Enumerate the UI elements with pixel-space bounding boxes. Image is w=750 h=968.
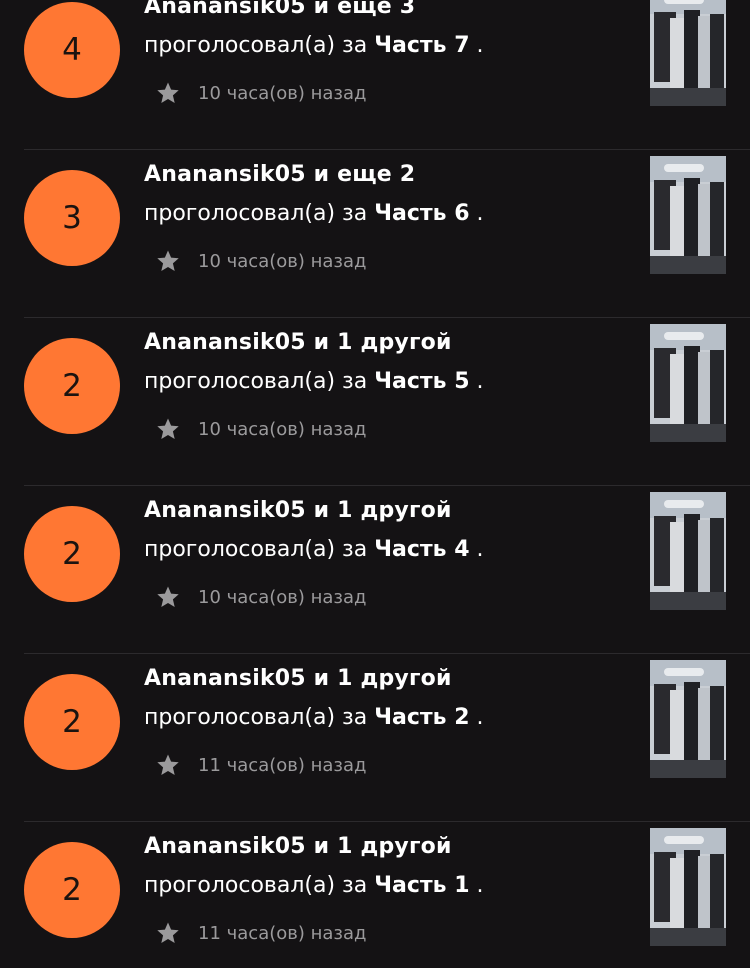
action-text: проголосовал(а) за (144, 33, 375, 58)
star-icon (156, 417, 180, 441)
part-link[interactable]: Часть 5 (374, 369, 469, 394)
notification-action: проголосовал(а) за Часть 4 . (144, 537, 484, 562)
action-text: проголосовал(а) за (144, 873, 375, 898)
part-link[interactable]: Часть 6 (374, 201, 469, 226)
notification-title[interactable]: Ananansik05 и 1 другой (144, 498, 452, 523)
part-link[interactable]: Часть 2 (374, 705, 469, 730)
action-suffix: . (469, 537, 484, 562)
notification-action: проголосовал(а) за Часть 5 . (144, 369, 484, 394)
notification-row[interactable]: 2 Ananansik05 и 1 другой проголосовал(а)… (0, 654, 750, 822)
star-icon (156, 81, 180, 105)
notification-meta: 10 часа(ов) назад (156, 416, 366, 442)
notification-title[interactable]: Ananansik05 и 1 другой (144, 666, 452, 691)
star-icon (156, 249, 180, 273)
part-link[interactable]: Часть 1 (374, 873, 469, 898)
action-suffix: . (469, 873, 484, 898)
story-cover-thumbnail[interactable] (650, 0, 726, 106)
notification-row[interactable]: 2 Ananansik05 и 1 другой проголосовал(а)… (0, 486, 750, 654)
story-cover-thumbnail[interactable] (650, 156, 726, 274)
timestamp: 10 часа(ов) назад (198, 586, 367, 608)
notification-row[interactable]: 3 Ananansik05 и еще 2 проголосовал(а) за… (0, 150, 750, 318)
notification-title[interactable]: Ananansik05 и 1 другой (144, 834, 452, 859)
action-suffix: . (469, 201, 484, 226)
notification-meta: 11 часа(ов) назад (156, 752, 366, 778)
action-text: проголосовал(а) за (144, 201, 375, 226)
part-link[interactable]: Часть 4 (374, 537, 469, 562)
part-link[interactable]: Часть 7 (374, 33, 469, 58)
story-cover-thumbnail[interactable] (650, 324, 726, 442)
vote-count-badge: 3 (24, 170, 120, 266)
notification-meta: 11 часа(ов) назад (156, 920, 366, 946)
timestamp: 11 часа(ов) назад (198, 754, 367, 776)
notification-meta: 10 часа(ов) назад (156, 80, 366, 106)
notification-title[interactable]: Ananansik05 и еще 3 (144, 0, 415, 19)
star-icon (156, 753, 180, 777)
story-cover-thumbnail[interactable] (650, 828, 726, 946)
vote-count-badge: 2 (24, 674, 120, 770)
vote-count-badge: 2 (24, 338, 120, 434)
notification-row[interactable]: 2 Ananansik05 и 1 другой проголосовал(а)… (0, 822, 750, 968)
notification-action: проголосовал(а) за Часть 1 . (144, 873, 484, 898)
star-icon (156, 585, 180, 609)
notification-list: 4 Ananansik05 и еще 3 проголосовал(а) за… (0, 0, 750, 968)
notification-row[interactable]: 4 Ananansik05 и еще 3 проголосовал(а) за… (0, 0, 750, 150)
notification-action: проголосовал(а) за Часть 6 . (144, 201, 484, 226)
timestamp: 10 часа(ов) назад (198, 82, 367, 104)
timestamp: 10 часа(ов) назад (198, 418, 367, 440)
vote-count-badge: 2 (24, 506, 120, 602)
timestamp: 10 часа(ов) назад (198, 250, 367, 272)
story-cover-thumbnail[interactable] (650, 492, 726, 610)
action-suffix: . (469, 705, 484, 730)
notification-meta: 10 часа(ов) назад (156, 584, 366, 610)
story-cover-thumbnail[interactable] (650, 660, 726, 778)
notification-row[interactable]: 2 Ananansik05 и 1 другой проголосовал(а)… (0, 318, 750, 486)
notification-action: проголосовал(а) за Часть 2 . (144, 705, 484, 730)
star-icon (156, 921, 180, 945)
timestamp: 11 часа(ов) назад (198, 922, 367, 944)
notification-meta: 10 часа(ов) назад (156, 248, 366, 274)
notification-title[interactable]: Ananansik05 и 1 другой (144, 330, 452, 355)
action-text: проголосовал(а) за (144, 705, 375, 730)
notification-title[interactable]: Ananansik05 и еще 2 (144, 162, 415, 187)
action-suffix: . (469, 33, 484, 58)
action-suffix: . (469, 369, 484, 394)
action-text: проголосовал(а) за (144, 537, 375, 562)
notification-action: проголосовал(а) за Часть 7 . (144, 33, 484, 58)
vote-count-badge: 2 (24, 842, 120, 938)
vote-count-badge: 4 (24, 2, 120, 98)
action-text: проголосовал(а) за (144, 369, 375, 394)
